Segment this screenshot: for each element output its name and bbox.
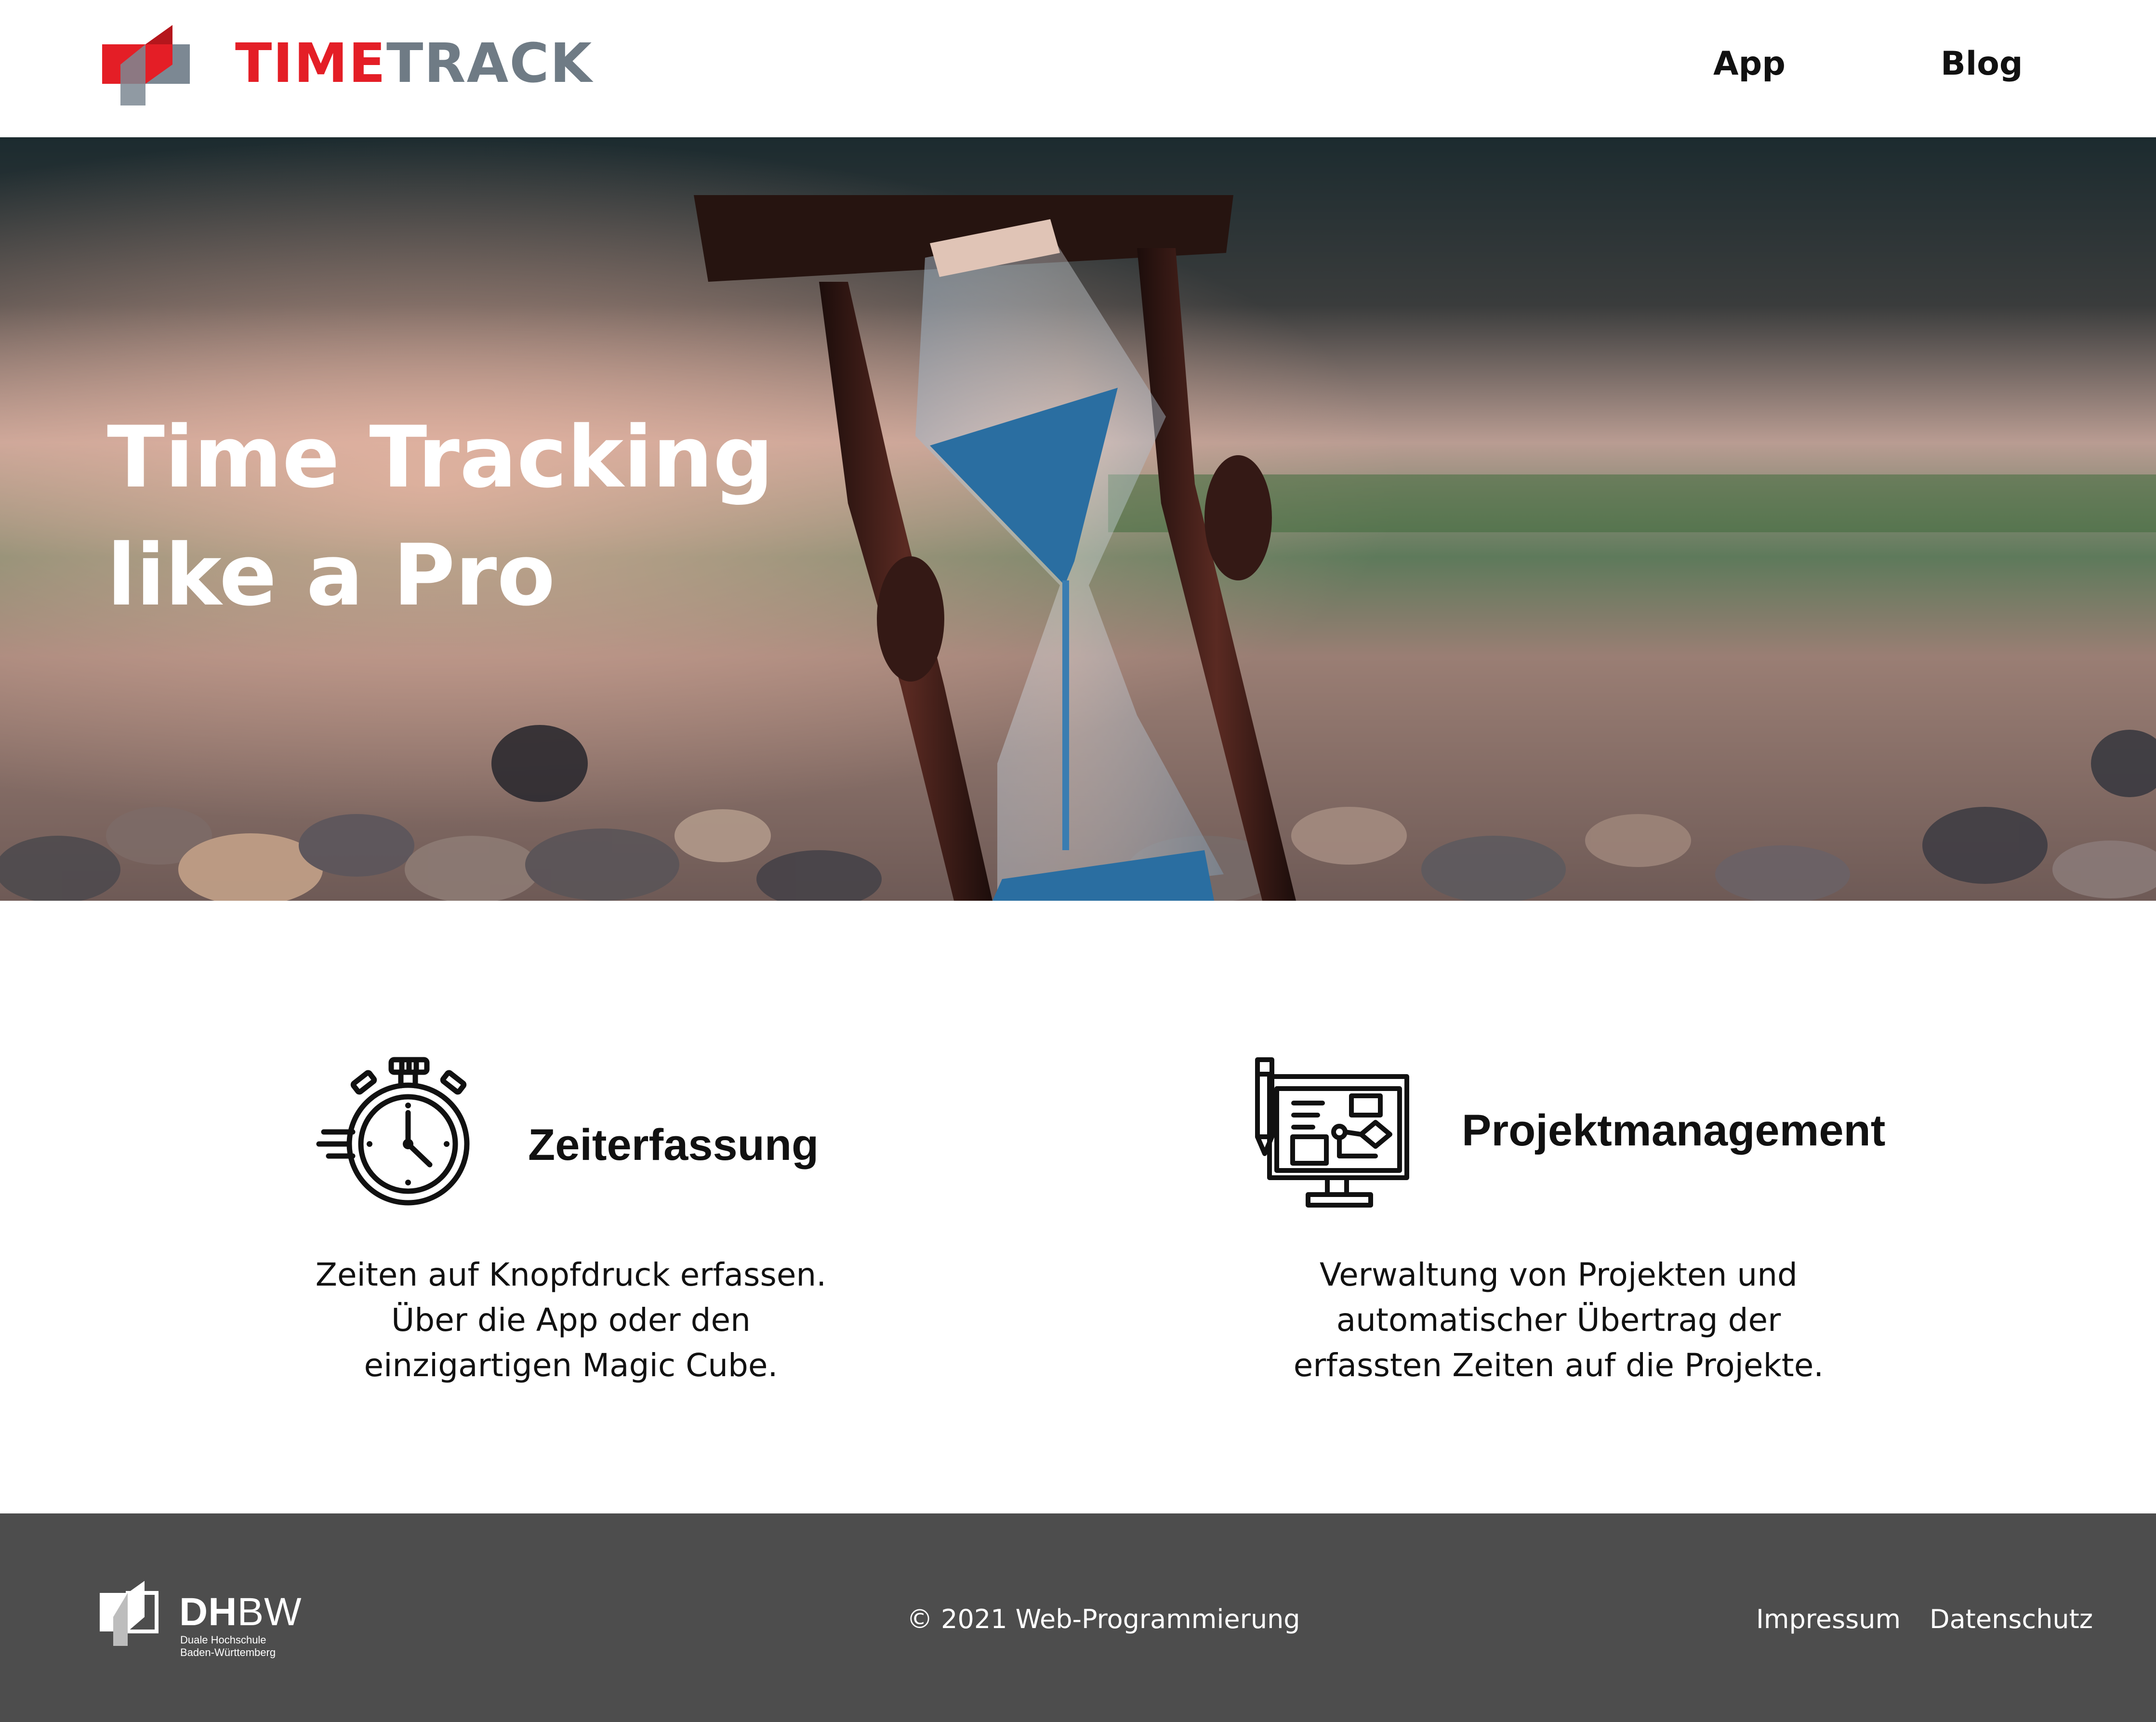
feature-line: Verwaltung von Projekten und: [1320, 1256, 1798, 1293]
dhbw-sub-line1: Duale Hochschule: [180, 1634, 266, 1646]
nav-blog-link[interactable]: Blog: [1941, 42, 2023, 86]
feature-line: einzigartigen Magic Cube.: [364, 1347, 778, 1384]
hero-title-line1: Time Tracking: [107, 408, 774, 507]
brand-track: TRACK: [386, 32, 593, 95]
brand-name[interactable]: TIMETRACK: [235, 30, 593, 97]
feature-line: erfassten Zeiten auf die Projekte.: [1293, 1347, 1824, 1384]
stopwatch-icon: [316, 1057, 470, 1206]
hourglass-hero-image: [0, 137, 2156, 901]
nav-app-link[interactable]: App: [1713, 42, 1786, 86]
dhbw-sub-line2: Baden-Württemberg: [180, 1646, 276, 1658]
feature-line: Zeiten auf Knopfdruck erfassen.: [315, 1256, 827, 1293]
copyright-text: © 2021 Web-Programmierung: [907, 1604, 1300, 1634]
feature-title-projektmanagement: Projektmanagement: [1462, 1106, 1886, 1155]
feature-title-zeiterfassung: Zeiterfassung: [528, 1120, 819, 1170]
feature-line: automatischer Übertrag der: [1336, 1301, 1781, 1339]
dhbw-bold: DH: [179, 1590, 238, 1634]
brand-time: TIME: [235, 32, 387, 95]
site-header: TIMETRACK App Blog: [0, 0, 2156, 137]
dhbw-wordmark[interactable]: DHBW: [179, 1591, 302, 1634]
timetrack-logo-icon[interactable]: [101, 21, 193, 108]
hero-banner: Time Tracking like a Pro: [0, 137, 2156, 901]
feature-text-zeiterfassung: Zeiten auf Knopfdruck erfassen. Über die…: [258, 1252, 884, 1388]
footer-impressum-link[interactable]: Impressum: [1756, 1600, 1901, 1639]
dhbw-light: BW: [237, 1590, 302, 1634]
footer-datenschutz-link[interactable]: Datenschutz: [1930, 1600, 2093, 1639]
feature-line: Über die App oder den: [391, 1301, 751, 1339]
feature-text-projektmanagement: Verwaltung von Projekten und automatisch…: [1245, 1252, 1872, 1388]
project-board-icon: [1255, 1057, 1409, 1208]
hero-title-line2: like a Pro: [107, 526, 556, 625]
dhbw-subtitle: Duale Hochschule Baden-Württemberg: [180, 1634, 276, 1659]
site-footer: DHBW Duale Hochschule Baden-Württemberg …: [0, 1513, 2156, 1722]
